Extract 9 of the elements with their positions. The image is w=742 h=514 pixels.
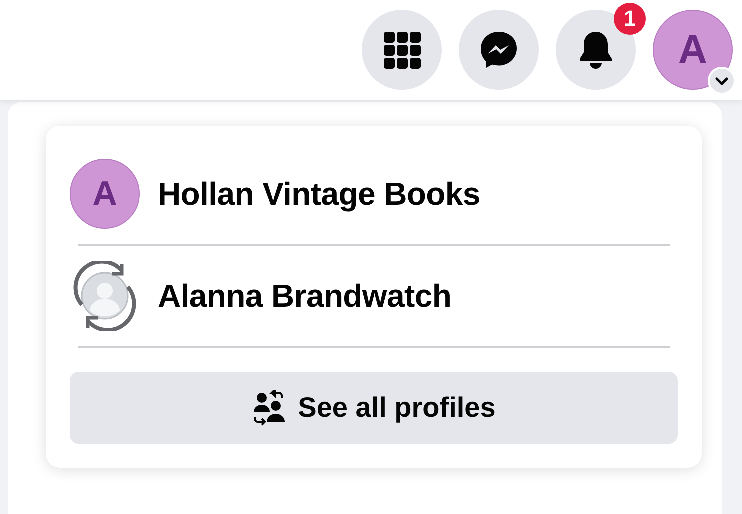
app-grid-icon bbox=[384, 32, 420, 68]
notification-badge: 1 bbox=[614, 3, 646, 35]
chevron-icon bbox=[708, 67, 736, 95]
profile-name[interactable]: Hollan Vintage Books bbox=[158, 176, 480, 212]
profile-avatar: A bbox=[70, 159, 140, 229]
chat-bubble-icon bbox=[479, 30, 519, 70]
profile-name[interactable]: Alanna Brandwatch bbox=[158, 278, 452, 314]
bell-icon bbox=[578, 30, 614, 70]
see-all-profiles-button[interactable]: See all profiles bbox=[70, 372, 678, 444]
